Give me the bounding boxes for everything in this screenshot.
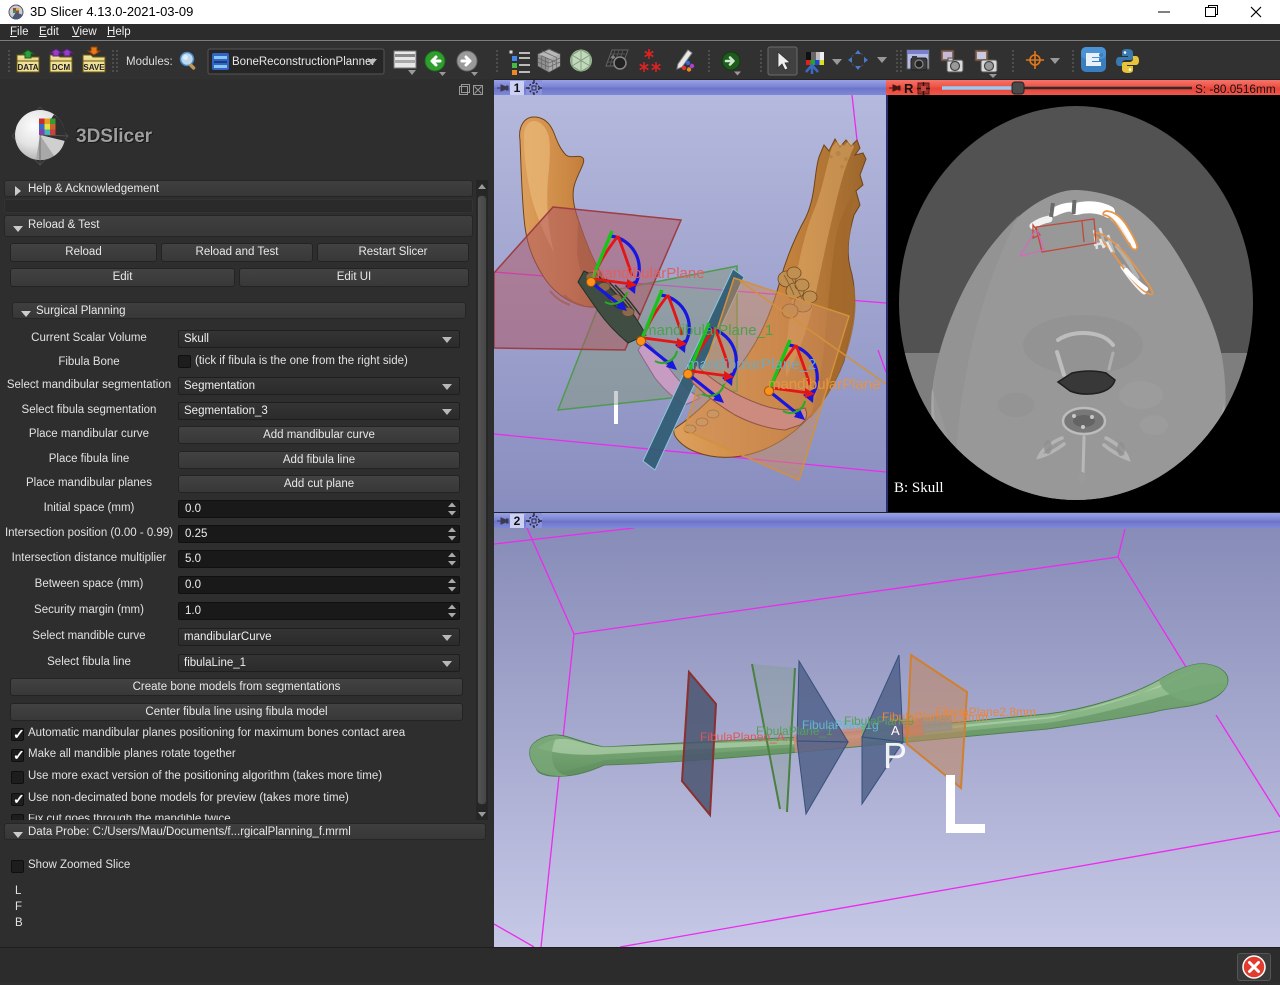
svg-text:mandibularPlane: mandibularPlane bbox=[768, 376, 881, 393]
svg-text:mandibularPlane_1: mandibularPlane_1 bbox=[644, 322, 773, 339]
svg-text:B: Skull: B: Skull bbox=[894, 480, 944, 496]
svg-text:Modules:: Modules: bbox=[126, 56, 173, 68]
svg-text:P: P bbox=[883, 735, 907, 776]
svg-text:BoneReconstructionPlanner: BoneReconstructionPlanner bbox=[232, 56, 375, 68]
svg-text:SAVE: SAVE bbox=[83, 63, 105, 72]
svg-text:DATA: DATA bbox=[17, 63, 38, 72]
svg-text:mandibularPlane_2: mandibularPlane_2 bbox=[687, 356, 816, 373]
svg-text:DCM: DCM bbox=[52, 63, 71, 72]
svg-text:mandibularPlane: mandibularPlane bbox=[592, 265, 705, 282]
svg-text:FibulaPlane2,8mm: FibulaPlane2,8mm bbox=[936, 705, 1036, 719]
